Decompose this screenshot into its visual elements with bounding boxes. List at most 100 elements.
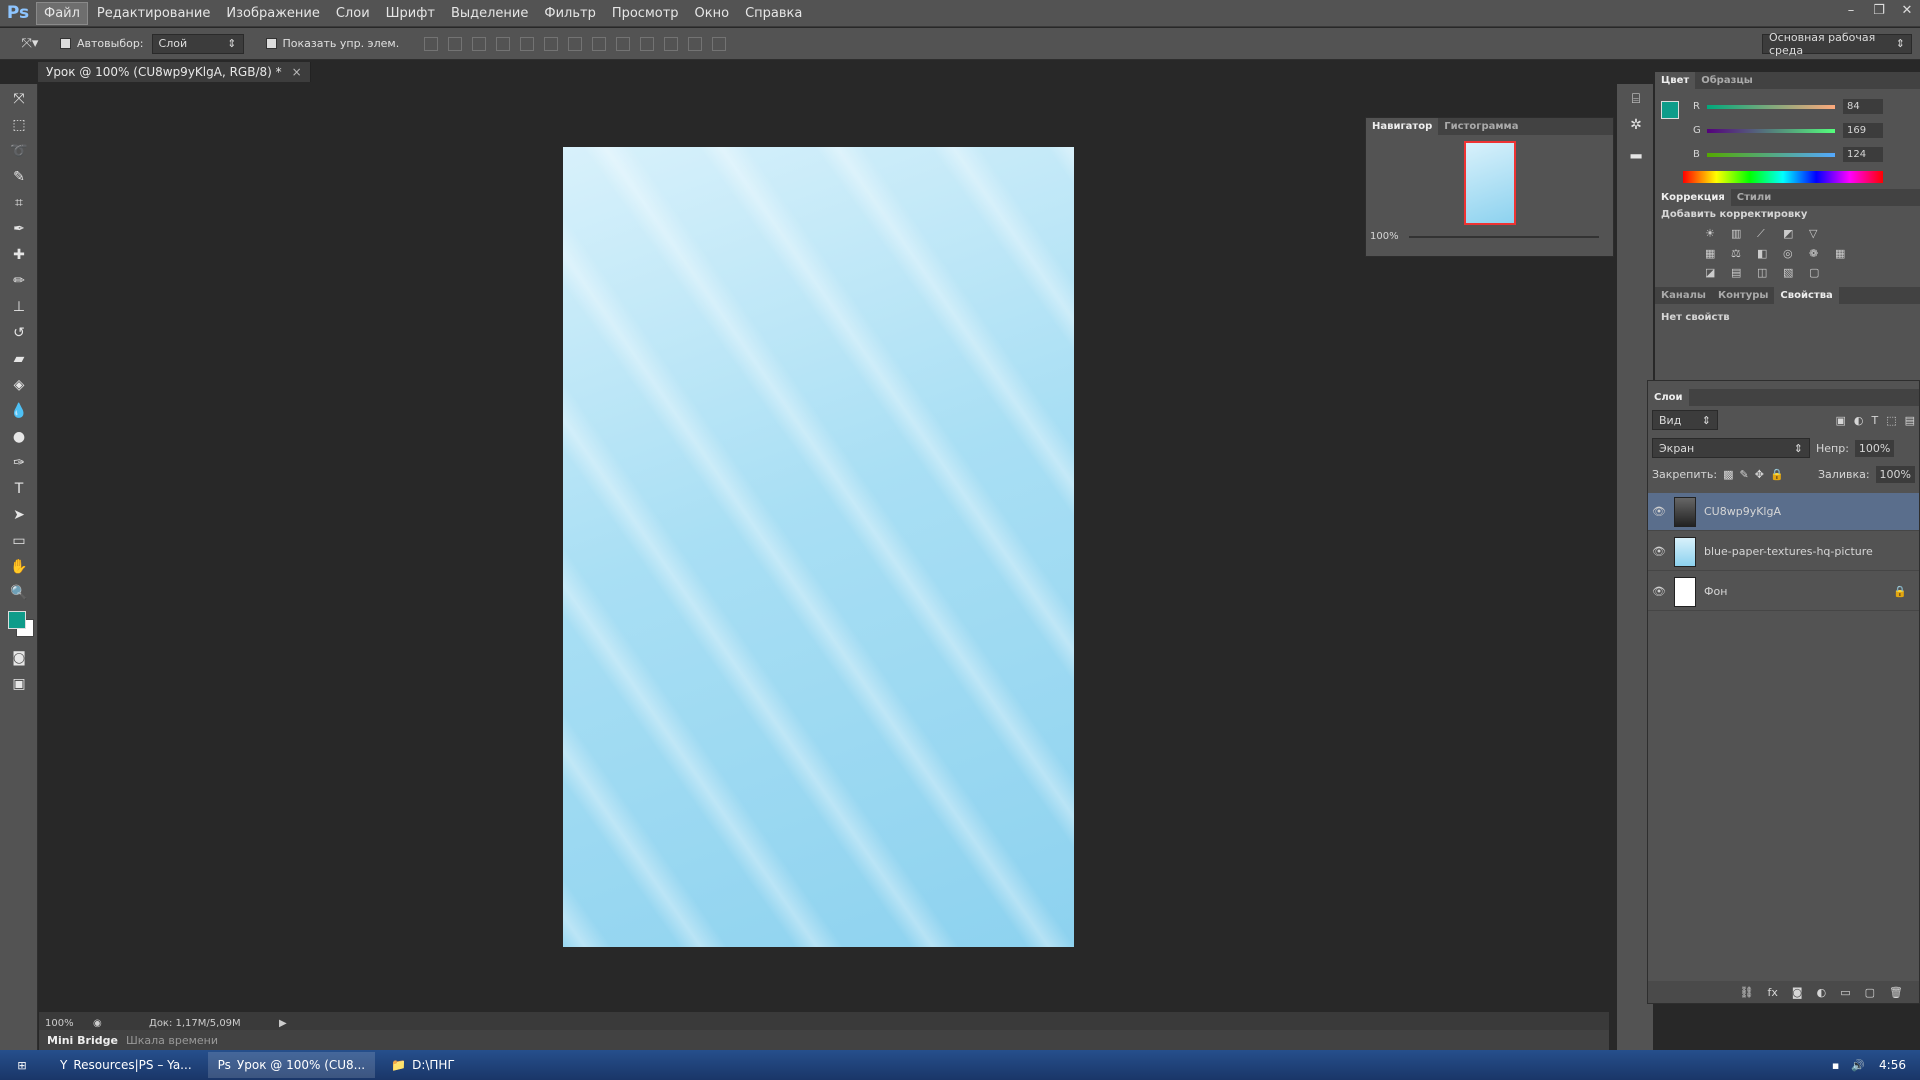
menu-file[interactable]: Файл [36, 1, 88, 25]
blur-tool-icon[interactable]: 💧 [6, 400, 32, 422]
b-slider[interactable] [1707, 152, 1835, 157]
histogram-panel-icon[interactable]: ▂ [1623, 140, 1649, 162]
distribute-top-icon[interactable] [568, 36, 583, 51]
menu-edit[interactable]: Редактирование [90, 3, 217, 24]
layer-filter-dropdown[interactable]: Вид ⇕ [1652, 410, 1718, 430]
link-layers-icon[interactable]: ⛓ [1740, 986, 1754, 999]
filter-smart-icon[interactable]: ▤ [1905, 414, 1915, 427]
dodge-tool-icon[interactable]: ● [6, 426, 32, 448]
close-button[interactable]: ✕ [1900, 3, 1914, 18]
distribute-vcenter-icon[interactable] [592, 36, 607, 51]
r-value[interactable]: 84 [1843, 99, 1883, 114]
workspace-switcher[interactable]: Основная рабочая среда ⇕ [1762, 31, 1912, 57]
close-icon[interactable]: × [292, 65, 302, 79]
new-adjustment-icon[interactable]: ◐ [1817, 986, 1827, 999]
menu-select[interactable]: Выделение [444, 3, 535, 24]
align-bottom-icon[interactable] [472, 36, 487, 51]
rectangle-tool-icon[interactable]: ▭ [6, 530, 32, 552]
move-tool-icon[interactable]: ⤧ [6, 88, 32, 110]
filter-adjust-icon[interactable]: ◐ [1854, 414, 1864, 427]
align-left-icon[interactable] [496, 36, 511, 51]
exposure-icon[interactable]: ◩ [1783, 227, 1803, 241]
posterize-icon[interactable]: ▤ [1731, 266, 1751, 279]
tab-timeline[interactable]: Шкала времени [126, 1034, 218, 1047]
opacity-value[interactable]: 100% [1854, 439, 1895, 457]
align-hcenter-icon[interactable] [520, 36, 535, 51]
selective-color-icon[interactable]: ▢ [1809, 266, 1829, 279]
align-right-icon[interactable] [544, 36, 559, 51]
type-tool-icon[interactable]: T [6, 478, 32, 500]
move-tool-preset-icon[interactable]: ⤧▾ [0, 36, 60, 51]
menu-window[interactable]: Окно [688, 3, 737, 24]
color-fg-swatch[interactable] [1661, 101, 1679, 119]
lock-paint-icon[interactable]: ✎ [1740, 468, 1749, 481]
layer-name[interactable]: CU8wp9yKlgA [1704, 505, 1781, 518]
filter-shape-icon[interactable]: ⬚ [1886, 414, 1896, 427]
quick-select-tool-icon[interactable]: ✎ [6, 166, 32, 188]
taskbar-item-photoshop[interactable]: Ps Урок @ 100% (CU8... [207, 1052, 376, 1078]
tab-adjustments[interactable]: Коррекция [1655, 189, 1731, 206]
crop-tool-icon[interactable]: ⌗ [6, 192, 32, 214]
document-tab[interactable]: Урок @ 100% (CU8wp9yKlgA, RGB/8) * × [38, 62, 311, 82]
tab-histogram[interactable]: Гистограмма [1438, 121, 1524, 132]
taskbar-item-folder[interactable]: 📁 D:\ПНГ [381, 1052, 465, 1078]
history-brush-tool-icon[interactable]: ↺ [6, 322, 32, 344]
show-controls-checkbox[interactable] [265, 38, 277, 49]
restore-button[interactable]: ❐ [1872, 3, 1886, 18]
layer-row[interactable]: 👁 blue-paper-textures-hq-picture [1648, 533, 1919, 571]
menu-help[interactable]: Справка [738, 3, 809, 24]
curves-icon[interactable]: ⟋ [1757, 227, 1777, 241]
history-panel-icon[interactable]: ⌸ [1623, 88, 1649, 110]
lock-move-icon[interactable]: ✥ [1755, 468, 1764, 481]
marquee-tool-icon[interactable]: ⬚ [6, 114, 32, 136]
menu-filter[interactable]: Фильтр [537, 3, 602, 24]
new-group-icon[interactable]: ▭ [1840, 986, 1850, 999]
photo-filter-icon[interactable]: ◎ [1783, 247, 1803, 260]
color-spectrum[interactable] [1683, 171, 1883, 183]
foreground-color-swatch[interactable] [8, 611, 26, 629]
g-value[interactable]: 169 [1843, 123, 1883, 138]
autoselect-dropdown[interactable]: Слой ⇕ [151, 33, 244, 54]
tab-mini-bridge[interactable]: Mini Bridge [47, 1034, 118, 1047]
hue-icon[interactable]: ▦ [1705, 247, 1725, 260]
zoom-level[interactable]: 100% [45, 1018, 93, 1029]
menu-layers[interactable]: Слои [329, 3, 377, 24]
align-top-icon[interactable] [424, 36, 439, 51]
path-selection-tool-icon[interactable]: ➤ [6, 504, 32, 526]
paint-bucket-tool-icon[interactable]: ◈ [6, 374, 32, 396]
minimize-button[interactable]: – [1844, 3, 1858, 18]
brush-tool-icon[interactable]: ✏ [6, 270, 32, 292]
r-slider[interactable] [1707, 104, 1835, 109]
eye-icon[interactable]: 👁 [1648, 545, 1670, 558]
add-mask-icon[interactable]: ◙ [1792, 986, 1803, 999]
color-swatches[interactable] [6, 607, 37, 643]
zoom-tool-icon[interactable]: 🔍 [6, 582, 32, 604]
vibrance-icon[interactable]: ▽ [1809, 227, 1829, 241]
distribute-bottom-icon[interactable] [616, 36, 631, 51]
eraser-tool-icon[interactable]: ▰ [6, 348, 32, 370]
b-value[interactable]: 124 [1843, 147, 1883, 162]
pen-tool-icon[interactable]: ✑ [6, 452, 32, 474]
navigator-zoom[interactable]: 100% [1370, 231, 1399, 242]
menu-type[interactable]: Шрифт [379, 3, 442, 24]
auto-align-icon[interactable] [712, 36, 727, 51]
blend-mode-dropdown[interactable]: Экран ⇕ [1652, 438, 1810, 458]
layer-row[interactable]: 👁 CU8wp9yKlgA [1648, 493, 1919, 531]
tab-paths[interactable]: Контуры [1712, 290, 1774, 301]
align-vcenter-icon[interactable] [448, 36, 463, 51]
filter-type-icon[interactable]: T [1871, 414, 1878, 427]
channel-mixer-icon[interactable]: ❁ [1809, 247, 1829, 260]
gradient-map-icon[interactable]: ▧ [1783, 266, 1803, 279]
volume-icon[interactable]: 🔊 [1851, 1059, 1865, 1072]
balance-icon[interactable]: ⚖ [1731, 247, 1751, 260]
brightness-icon[interactable]: ☀ [1705, 227, 1725, 241]
fx-icon[interactable]: fx [1768, 986, 1778, 999]
fill-value[interactable]: 100% [1875, 466, 1915, 483]
screen-mode-icon[interactable]: ▣ [6, 673, 32, 695]
g-slider[interactable] [1707, 128, 1835, 133]
tab-color[interactable]: Цвет [1655, 72, 1696, 89]
lasso-tool-icon[interactable]: ➰ [6, 140, 32, 162]
navigator-preview[interactable] [1463, 141, 1516, 225]
layer-row[interactable]: 👁 Фон 🔒 [1648, 573, 1919, 611]
distribute-right-icon[interactable] [688, 36, 703, 51]
